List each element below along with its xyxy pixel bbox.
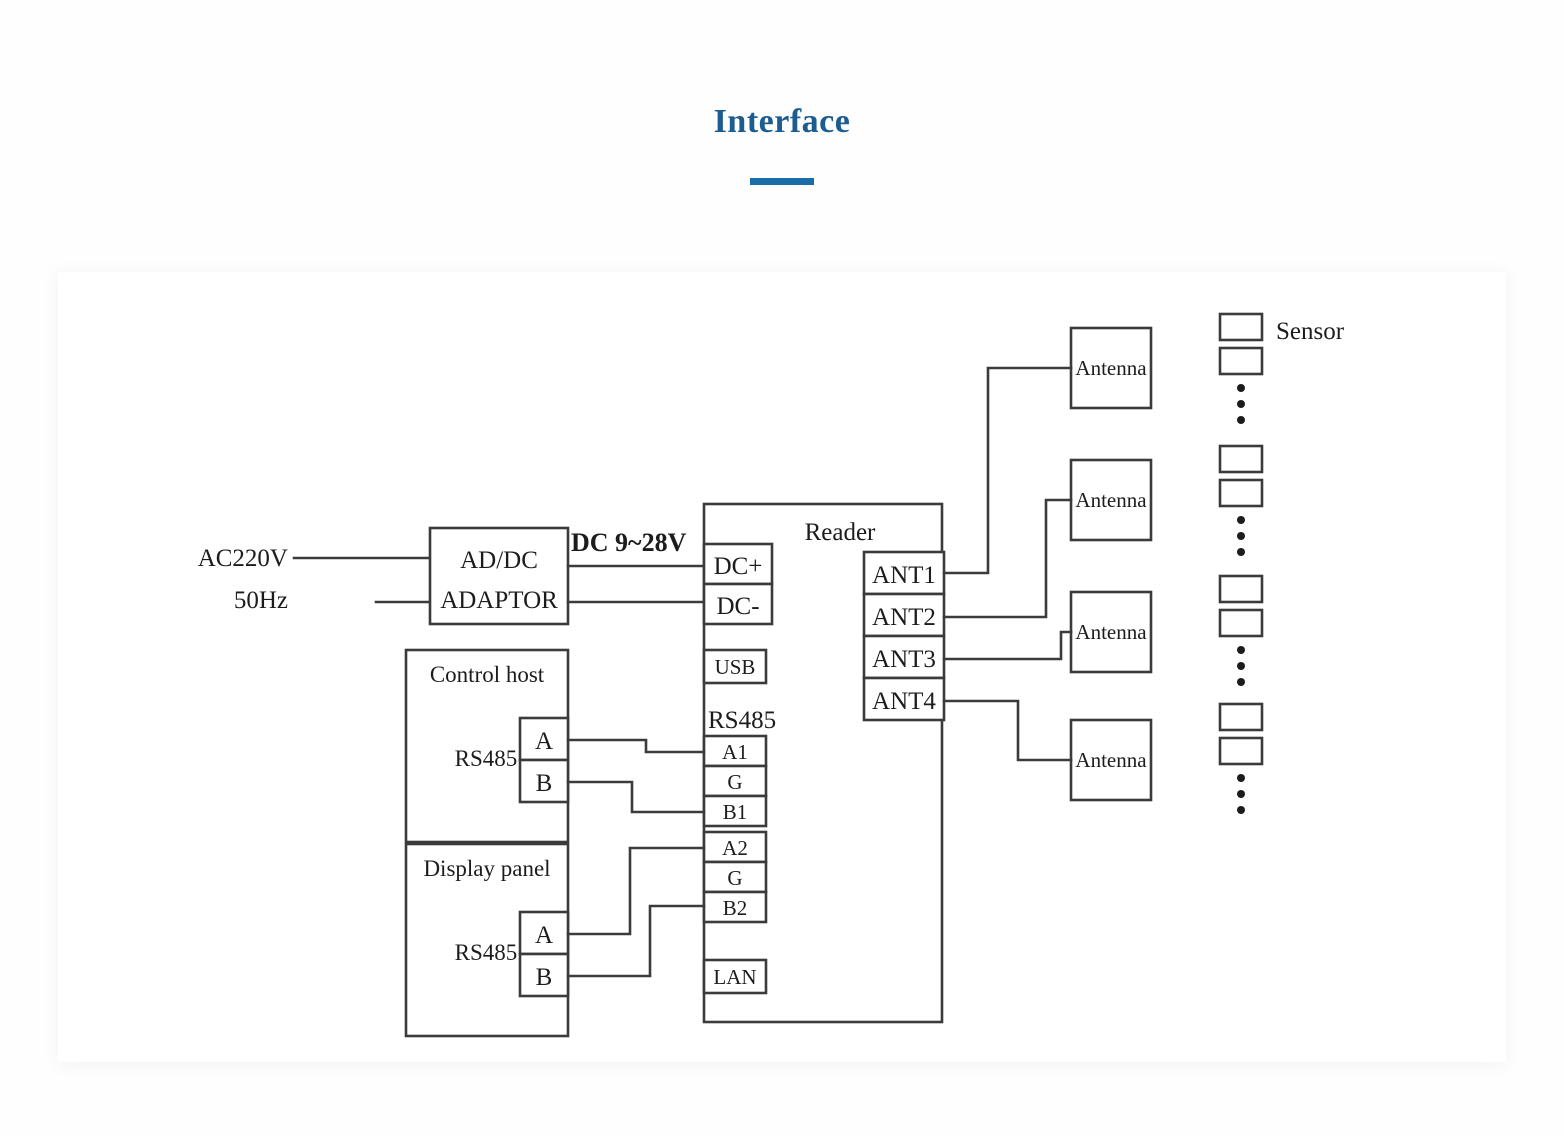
adaptor-label-line2: ADAPTOR bbox=[440, 587, 558, 614]
antenna-label-3: Antenna bbox=[1075, 620, 1147, 644]
title-underline-rule bbox=[750, 178, 814, 185]
reader-terminal-ant2-label: ANT2 bbox=[872, 604, 936, 631]
sensor-continuation-dot bbox=[1237, 790, 1245, 798]
reader-terminal-b2-label: B2 bbox=[723, 896, 748, 920]
wire-controlhost-b-to-b1 bbox=[566, 780, 706, 814]
sensor-box-2-1 bbox=[1218, 444, 1264, 474]
sensor-box-1-2 bbox=[1218, 346, 1264, 376]
sensor-box-1-1 bbox=[1218, 312, 1264, 342]
sensor-continuation-dot bbox=[1237, 774, 1245, 782]
wire-ant4-to-antenna4 bbox=[942, 699, 1073, 762]
reader-terminal-g2-label: G bbox=[727, 866, 742, 890]
wire-ant2-to-antenna2 bbox=[942, 498, 1073, 619]
reader-terminal-ant3-label: ANT3 bbox=[872, 646, 936, 673]
sensor-continuation-dot bbox=[1237, 400, 1245, 408]
sensor-box-4-2 bbox=[1218, 736, 1264, 766]
reader-terminal-ant1-label: ANT1 bbox=[872, 562, 936, 589]
reader-terminal-dc-minus-label: DC- bbox=[716, 593, 759, 620]
wire-displaypanel-a-to-a2 bbox=[566, 846, 706, 936]
reader-rs485-label: RS485 bbox=[708, 707, 776, 734]
reader-terminal-b1-label: B1 bbox=[723, 800, 748, 824]
reader-terminal-ant4-label: ANT4 bbox=[872, 688, 936, 715]
sensor-label: Sensor bbox=[1276, 318, 1345, 345]
dc-output-voltage-label: DC 9~28V bbox=[571, 528, 687, 557]
control-host-title: Control host bbox=[430, 662, 545, 687]
page-title: Interface bbox=[713, 103, 851, 140]
frequency-label: 50Hz bbox=[234, 587, 288, 614]
control-host-terminal-a-label: A bbox=[535, 728, 553, 755]
sensor-continuation-dot bbox=[1237, 532, 1245, 540]
sensor-continuation-dot bbox=[1237, 384, 1245, 392]
reader-terminal-lan-label: LAN bbox=[713, 965, 756, 989]
reader-terminal-dc-plus-label: DC+ bbox=[714, 553, 763, 580]
sensor-box-4-1 bbox=[1218, 702, 1264, 732]
page-background: Interface AC220V 50Hz AD/DC ADAPTOR DC 9… bbox=[0, 0, 1564, 1136]
sensor-continuation-dot bbox=[1237, 416, 1245, 424]
sensor-box-2-2 bbox=[1218, 478, 1264, 508]
reader-title: Reader bbox=[805, 519, 876, 546]
page-header: Interface bbox=[0, 100, 1564, 185]
sensor-box-3-2 bbox=[1218, 608, 1264, 638]
antenna-label-1: Antenna bbox=[1075, 356, 1147, 380]
reader-terminal-g1-label: G bbox=[727, 770, 742, 794]
sensor-continuation-dot bbox=[1237, 516, 1245, 524]
antenna-label-4: Antenna bbox=[1075, 748, 1147, 772]
ac-source-label: AC220V bbox=[198, 545, 288, 572]
wire-ant3-to-antenna3 bbox=[942, 630, 1073, 661]
wire-controlhost-a-to-a1 bbox=[566, 738, 706, 754]
sensor-continuation-dot bbox=[1237, 548, 1245, 556]
display-panel-terminal-a-label: A bbox=[535, 922, 553, 949]
sensor-continuation-dot bbox=[1237, 662, 1245, 670]
display-panel-rs485-label: RS485 bbox=[455, 940, 518, 965]
wire-ant1-to-antenna1 bbox=[942, 366, 1073, 575]
sensor-continuation-dot bbox=[1237, 678, 1245, 686]
antenna-label-2: Antenna bbox=[1075, 488, 1147, 512]
reader-terminal-usb-label: USB bbox=[715, 655, 756, 679]
sensor-continuation-dot bbox=[1237, 646, 1245, 654]
sensor-continuation-dot bbox=[1237, 806, 1245, 814]
reader-terminal-a2-label: A2 bbox=[722, 836, 748, 860]
display-panel-title: Display panel bbox=[423, 856, 550, 881]
wire-displaypanel-b-to-b2 bbox=[566, 904, 706, 978]
sensor-box-3-1 bbox=[1218, 574, 1264, 604]
control-host-rs485-label: RS485 bbox=[455, 746, 518, 771]
reader-terminal-a1-label: A1 bbox=[722, 740, 748, 764]
interface-block-diagram: AC220V 50Hz AD/DC ADAPTOR DC 9~28V Reade… bbox=[198, 312, 1345, 1038]
display-panel-terminal-b-label: B bbox=[536, 964, 553, 991]
control-host-terminal-b-label: B bbox=[536, 770, 553, 797]
adaptor-label-line1: AD/DC bbox=[460, 547, 538, 574]
